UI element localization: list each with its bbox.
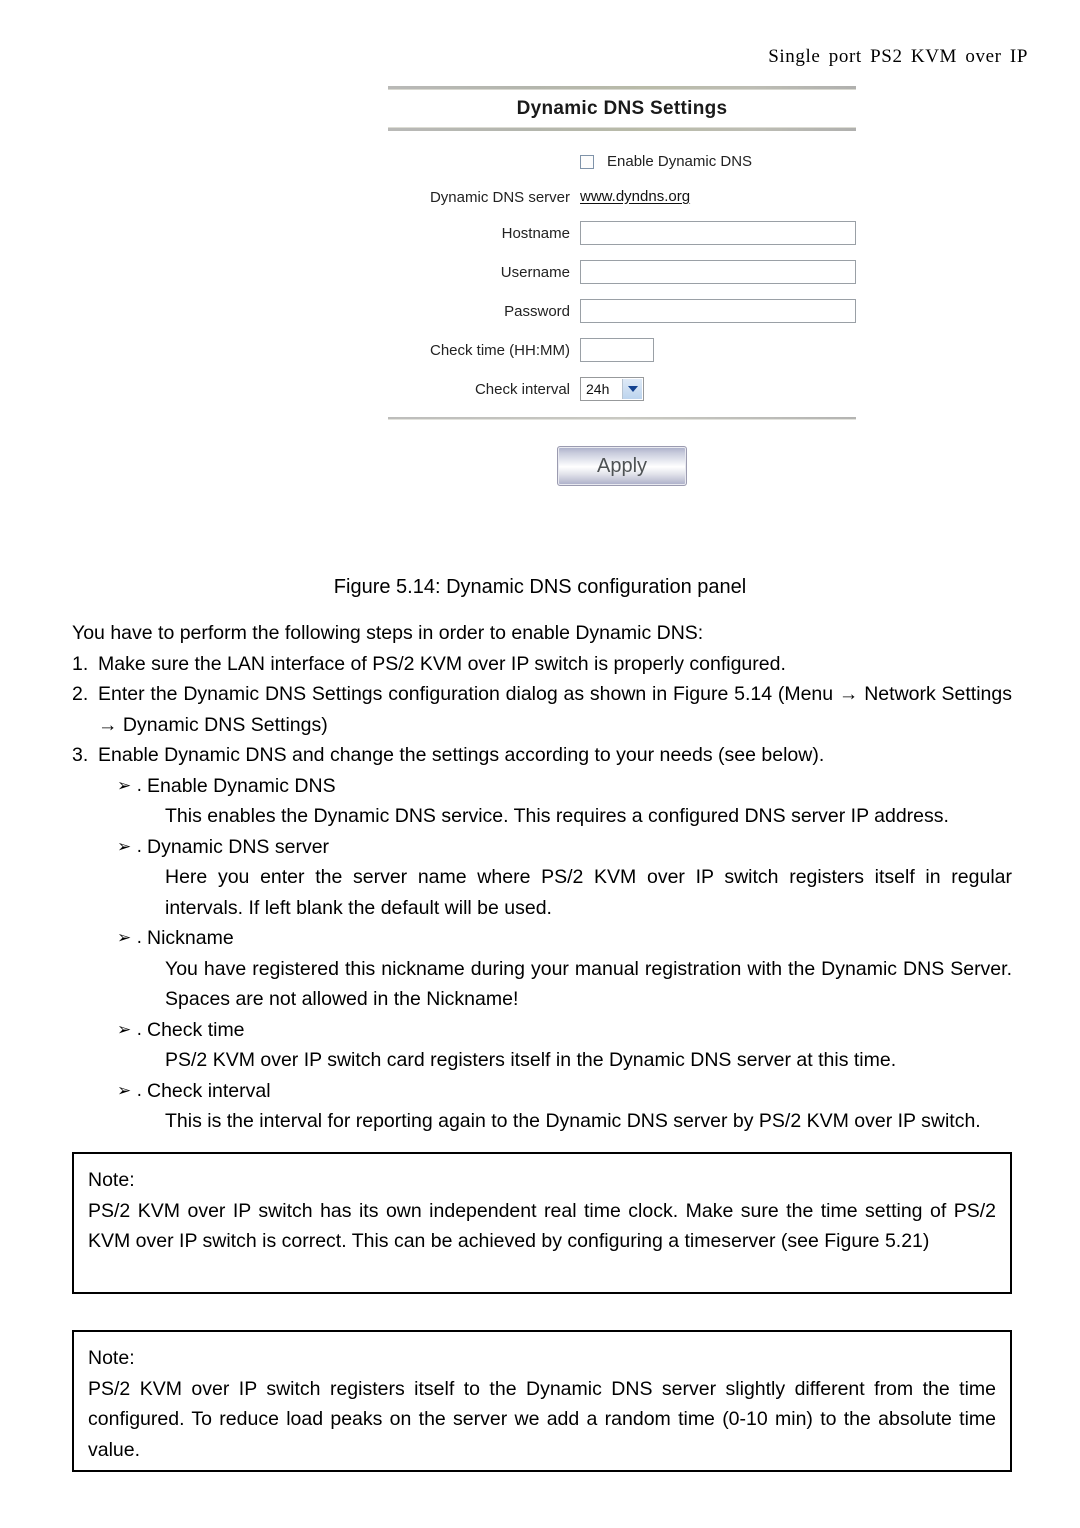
- bullet-arrow-icon: ➢ .: [117, 1080, 143, 1101]
- note-2-label: Note:: [88, 1347, 135, 1369]
- dynamic-dns-server-link[interactable]: www.dyndns.org: [580, 188, 690, 205]
- step-1-number: 1.: [72, 652, 89, 675]
- hostname-input[interactable]: [580, 221, 856, 245]
- chevron-down-icon[interactable]: [622, 379, 642, 399]
- check-interval-value: 24h: [586, 381, 610, 397]
- bullet-check-interval: ➢ . Check interval: [117, 1076, 1012, 1107]
- check-time-label: Check time (HH:MM): [429, 341, 570, 359]
- note-box-2: Note: PS/2 KVM over IP switch registers …: [72, 1330, 1012, 1472]
- step-1-text: Make sure the LAN interface of PS/2 KVM …: [98, 652, 786, 675]
- check-interval-row: Check interval 24h: [388, 377, 856, 401]
- figure-caption: Figure 5.14: Dynamic DNS configuration p…: [333, 576, 747, 598]
- bullet-enable-dynamic-dns-desc: This enables the Dynamic DNS service. Th…: [165, 805, 949, 827]
- dynamic-dns-server-label: Dynamic DNS server: [429, 188, 570, 206]
- note-box-1: Note: PS/2 KVM over IP switch has its ow…: [72, 1152, 1012, 1294]
- username-input[interactable]: [580, 260, 856, 284]
- bullet-nickname-title: Nickname: [147, 927, 234, 949]
- intro-paragraph: You have to perform the following steps …: [72, 622, 704, 644]
- bullet-dynamic-dns-server-desc: Here you enter the server name where PS/…: [165, 866, 1012, 919]
- dynamic-dns-settings-panel: Dynamic DNS Settings Enable Dynamic DNS …: [388, 86, 856, 486]
- enable-dynamic-dns-checkbox[interactable]: [580, 154, 594, 169]
- step-3-text: Enable Dynamic DNS and change the settin…: [98, 744, 825, 766]
- bullet-nickname-desc: You have registered this nickname during…: [165, 957, 1012, 1011]
- bullet-dynamic-dns-server-title: Dynamic DNS server: [147, 835, 330, 858]
- step-3: 3. Enable Dynamic DNS and change the set…: [72, 740, 1012, 771]
- bullet-arrow-icon: ➢ .: [117, 928, 143, 948]
- password-row: Password: [388, 299, 856, 323]
- step-1: 1. Make sure the LAN interface of PS/2 K…: [72, 649, 1012, 680]
- bullet-enable-dynamic-dns: ➢ . Enable Dynamic DNS: [117, 771, 1012, 802]
- step-2-number: 2.: [72, 683, 89, 705]
- bullet-check-interval-title: Check interval: [147, 1079, 271, 1102]
- bullet-check-time: ➢ . Check time: [117, 1015, 1012, 1046]
- note-2-text: PS/2 KVM over IP switch registers itself…: [88, 1377, 996, 1461]
- enable-dynamic-dns-control[interactable]: Enable Dynamic DNS: [580, 153, 752, 171]
- password-label: Password: [504, 302, 570, 320]
- settings-bullet-list: ➢ . Enable Dynamic DNS This enables the …: [72, 771, 1012, 1137]
- bullet-enable-dynamic-dns-title: Enable Dynamic DNS: [147, 774, 336, 797]
- bullet-check-interval-desc: This is the interval for reporting again…: [165, 1110, 981, 1132]
- check-interval-label: Check interval: [474, 380, 570, 398]
- check-interval-select[interactable]: 24h: [580, 377, 644, 401]
- note-1-text: PS/2 KVM over IP switch has its own inde…: [88, 1199, 996, 1253]
- step-3-number: 3.: [72, 744, 89, 766]
- bullet-check-time-desc: PS/2 KVM over IP switch card registers i…: [165, 1049, 897, 1071]
- bullet-nickname: ➢ . Nickname: [117, 923, 1012, 954]
- bullet-check-time-title: Check time: [147, 1018, 245, 1041]
- step-2: 2. Enter the Dynamic DNS Settings config…: [72, 679, 1012, 740]
- enable-dynamic-dns-row: Enable Dynamic DNS: [388, 153, 856, 171]
- bullet-arrow-icon: ➢ .: [117, 1019, 143, 1040]
- body-content: You have to perform the following steps …: [72, 618, 1012, 1137]
- bullet-arrow-icon: ➢ .: [117, 836, 143, 857]
- password-input[interactable]: [580, 299, 856, 323]
- step-2-text: Enter the Dynamic DNS Settings configura…: [98, 683, 1012, 736]
- apply-button-container: Apply: [388, 420, 856, 486]
- apply-button[interactable]: Apply: [557, 446, 687, 486]
- username-label: Username: [500, 263, 570, 281]
- bullet-arrow-icon: ➢ .: [117, 775, 143, 796]
- dynamic-dns-server-row: Dynamic DNS server www.dyndns.org: [388, 188, 856, 206]
- username-row: Username: [388, 260, 856, 284]
- running-head: Single port PS2 KVM over IP: [768, 46, 1028, 67]
- check-time-input[interactable]: [580, 338, 654, 362]
- check-time-row: Check time (HH:MM): [388, 338, 856, 362]
- hostname-row: Hostname: [388, 221, 856, 245]
- panel-form: Enable Dynamic DNS Dynamic DNS server ww…: [388, 131, 856, 401]
- enable-dynamic-dns-label: Enable Dynamic DNS: [607, 153, 753, 171]
- note-1-label: Note:: [88, 1169, 135, 1191]
- hostname-label: Hostname: [501, 224, 570, 242]
- panel-title: Dynamic DNS Settings: [516, 98, 728, 119]
- bullet-dynamic-dns-server: ➢ . Dynamic DNS server: [117, 832, 1012, 863]
